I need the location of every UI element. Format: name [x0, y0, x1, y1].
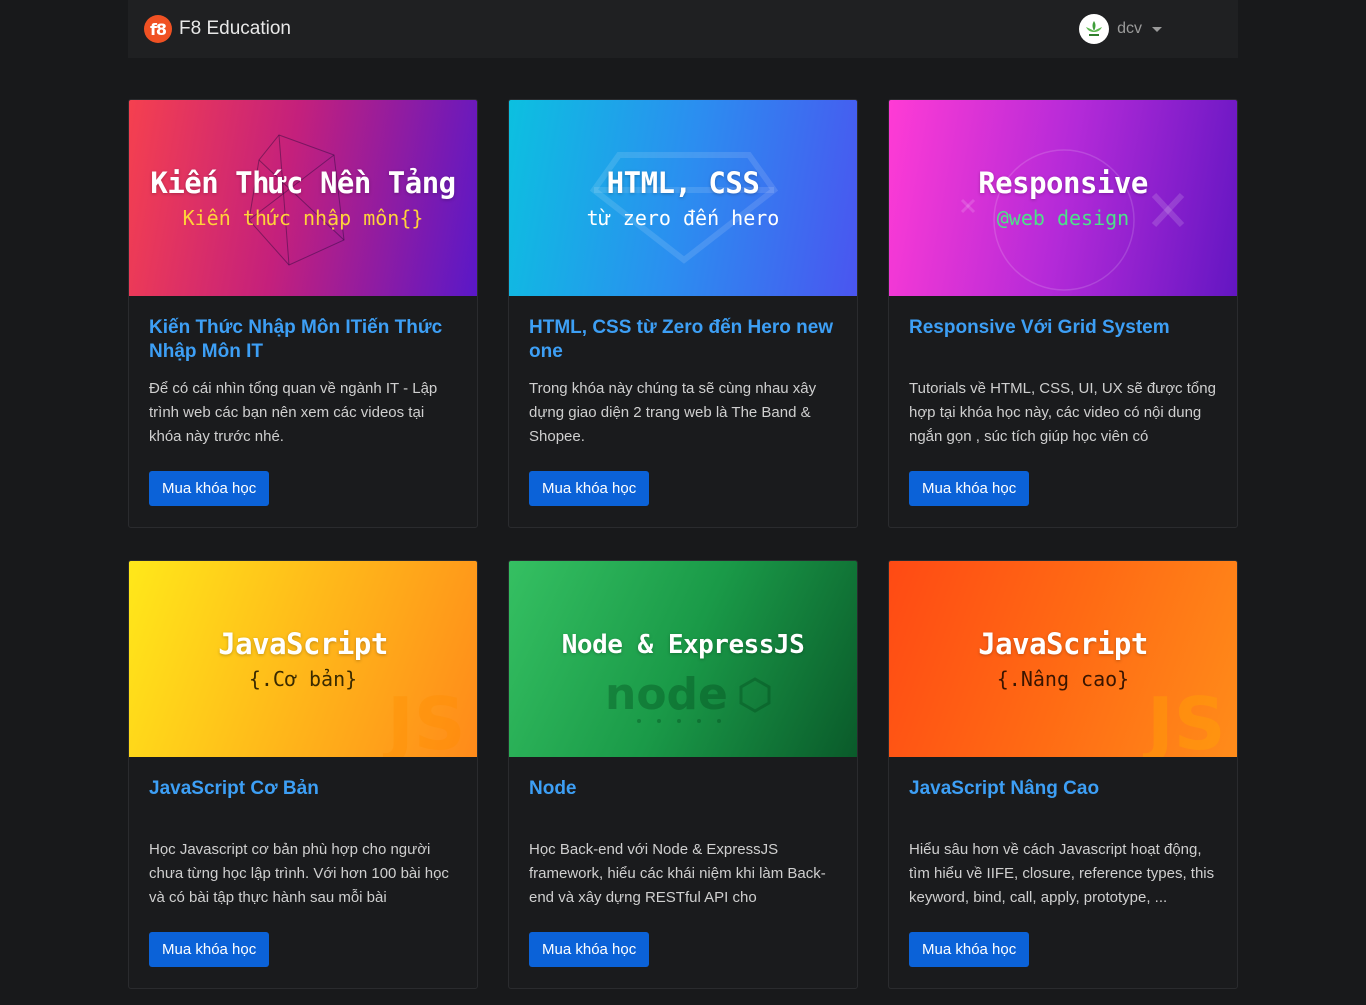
buy-course-button[interactable]: Mua khóa học [529, 932, 650, 967]
course-description: Tutorials về HTML, CSS, UI, UX sẽ được t… [909, 380, 1216, 445]
course-description: Học Javascript cơ bản phù hợp cho người … [149, 841, 449, 906]
thumbnail-title: JavaScript [218, 627, 388, 661]
buy-course-button[interactable]: Mua khóa học [149, 471, 270, 506]
course-description: Trong khóa này chúng ta sẽ cùng nhau xây… [529, 380, 817, 445]
brand-link[interactable]: f8 F8 Education [144, 15, 291, 43]
course-title[interactable]: JavaScript Cơ Bản [149, 777, 457, 825]
thumbnail-subtitle: Kiến thức nhập môn{} [182, 206, 424, 230]
user-menu-toggle[interactable]: dcv [1079, 14, 1162, 44]
thumbnail-title: Node & ExpressJS [561, 630, 805, 660]
brand-name: F8 Education [179, 18, 291, 39]
course-card: HTML, CSS từ zero đến hero HTML, CSS từ … [508, 99, 858, 528]
course-title[interactable]: JavaScript Nâng Cao [909, 777, 1217, 825]
course-thumbnail[interactable]: node Node & ExpressJS [509, 561, 857, 757]
course-thumbnail[interactable]: HTML, CSS từ zero đến hero [509, 100, 857, 296]
course-card: JS JavaScript {.Cơ bản} JavaScript Cơ Bả… [128, 560, 478, 989]
avatar [1079, 14, 1110, 44]
course-description: Hiểu sâu hơn về cách Javascript hoạt độn… [909, 841, 1215, 906]
buy-course-button[interactable]: Mua khóa học [909, 932, 1030, 967]
course-card: Kiến Thức Nền Tảng Kiến thức nhập môn{} … [128, 99, 478, 528]
svg-text:JS: JS [1142, 682, 1226, 757]
course-card: JS JavaScript {.Nâng cao} JavaScript Nân… [888, 560, 1238, 989]
buy-course-button[interactable]: Mua khóa học [529, 471, 650, 506]
course-card: Responsive @web design Responsive Với Gr… [888, 99, 1238, 528]
f8-logo-icon: f8 [144, 15, 172, 43]
chevron-down-icon [1152, 26, 1162, 32]
thumbnail-subtitle: @web design [996, 206, 1130, 230]
course-title[interactable]: Node [529, 777, 837, 825]
svg-text:JS: JS [382, 682, 466, 757]
course-thumbnail[interactable]: JS JavaScript {.Nâng cao} [889, 561, 1237, 757]
course-title[interactable]: Responsive Với Grid System [909, 316, 1217, 364]
course-card: node Node & ExpressJS Node Học Back-end … [508, 560, 858, 989]
course-thumbnail[interactable]: Kiến Thức Nền Tảng Kiến thức nhập môn{} [129, 100, 477, 296]
top-navbar: f8 F8 Education dcv [128, 0, 1238, 58]
thumbnail-subtitle: từ zero đến hero [586, 206, 780, 230]
thumbnail-subtitle: {.Nâng cao} [996, 667, 1130, 691]
course-description: Học Back-end với Node & ExpressJS framew… [529, 841, 826, 906]
thumbnail-title: Responsive [978, 166, 1148, 200]
course-thumbnail[interactable]: Responsive @web design [889, 100, 1237, 296]
course-description: Để có cái nhìn tổng quan về ngành IT - L… [149, 380, 438, 445]
leaf-logo-icon [1086, 21, 1103, 36]
thumbnail-subtitle: {.Cơ bản} [248, 667, 358, 691]
course-thumbnail[interactable]: JS JavaScript {.Cơ bản} [129, 561, 477, 757]
buy-course-button[interactable]: Mua khóa học [149, 932, 270, 967]
course-title[interactable]: HTML, CSS từ Zero đến Hero new one [529, 316, 837, 364]
svg-text:node: node [605, 669, 728, 720]
buy-course-button[interactable]: Mua khóa học [909, 471, 1030, 506]
username: dcv [1117, 20, 1142, 37]
thumbnail-title: Kiến Thức Nền Tảng [150, 166, 456, 200]
course-title[interactable]: Kiến Thức Nhập Môn ITiến Thức Nhập Môn I… [149, 316, 457, 364]
thumbnail-title: JavaScript [978, 627, 1148, 661]
thumbnail-title: HTML, CSS [606, 166, 760, 200]
